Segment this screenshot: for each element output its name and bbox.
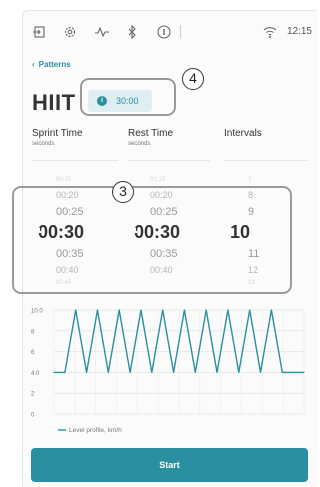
data-point — [118, 309, 120, 311]
data-point — [75, 309, 77, 311]
status-bar: 12:15 — [32, 24, 312, 40]
y-tick-label: 2 — [31, 392, 35, 398]
y-tick-label: 4.0 — [31, 371, 40, 377]
column-rest-time: Rest Time seconds — [128, 128, 173, 147]
data-point — [107, 371, 109, 373]
info-icon[interactable] — [156, 24, 172, 40]
data-point — [151, 371, 153, 373]
data-point — [205, 309, 207, 311]
data-point — [96, 309, 99, 311]
legend-label: Level profile, km/h — [69, 427, 122, 434]
data-point — [249, 309, 251, 311]
status-separator — [180, 25, 181, 38]
data-point — [227, 309, 229, 311]
data-point — [216, 371, 218, 373]
y-tick-label: 0 — [31, 413, 35, 419]
annotation-box-3 — [12, 186, 292, 294]
data-point — [281, 371, 283, 373]
data-point — [140, 309, 142, 311]
page-title: HIIT — [32, 90, 76, 115]
chart-svg: 10.0 8 6 4.0 2 0 Level profile, km/h — [31, 309, 305, 434]
data-point — [64, 371, 66, 373]
chevron-left-icon: ‹ — [32, 60, 35, 69]
picker-faint: 00:15 — [150, 177, 166, 183]
data-point — [259, 371, 262, 373]
bluetooth-icon[interactable] — [124, 24, 140, 40]
start-button[interactable]: Start — [31, 448, 308, 482]
divider — [224, 160, 308, 161]
back-link[interactable]: ‹ Patterns — [32, 60, 71, 69]
data-point — [162, 309, 164, 311]
data-point — [172, 371, 175, 373]
divider — [128, 160, 210, 161]
y-tick-label: 6 — [31, 350, 35, 356]
level-profile-chart: 10.0 8 6 4.0 2 0 Level profile, km/h — [28, 302, 312, 438]
data-point — [53, 371, 55, 373]
column-sprint-time: Sprint Time seconds — [32, 128, 83, 147]
column-intervals: Intervals — [224, 128, 262, 139]
back-link-label: Patterns — [38, 60, 71, 69]
column-title: Intervals — [224, 128, 262, 139]
annotation-number-3: 3 — [112, 181, 134, 203]
divider — [32, 160, 118, 161]
column-title: Rest Time — [128, 128, 174, 139]
status-time: 12:15 — [286, 26, 312, 37]
column-title: Sprint Time — [32, 128, 83, 139]
data-point — [238, 371, 240, 373]
exit-icon[interactable] — [32, 24, 48, 40]
annotation-number-4: 4 — [182, 68, 204, 90]
picker-faint: 00:15 — [56, 177, 72, 183]
data-point — [129, 371, 131, 373]
data-point — [194, 371, 196, 373]
settings-gear-icon[interactable] — [62, 24, 78, 40]
picker-faint: 7 — [248, 177, 252, 183]
data-point — [270, 309, 272, 311]
heart-rate-icon[interactable] — [94, 24, 110, 40]
column-subtitle: seconds — [128, 141, 151, 147]
annotation-box-4 — [80, 78, 176, 116]
data-point — [303, 371, 305, 373]
data-point — [292, 371, 294, 373]
column-subtitle: seconds — [32, 141, 55, 147]
data-point — [183, 309, 186, 311]
y-tick-label: 8 — [31, 329, 35, 335]
data-point — [86, 371, 88, 373]
wifi-icon[interactable] — [262, 24, 278, 40]
y-tick-label: 10.0 — [31, 309, 43, 315]
